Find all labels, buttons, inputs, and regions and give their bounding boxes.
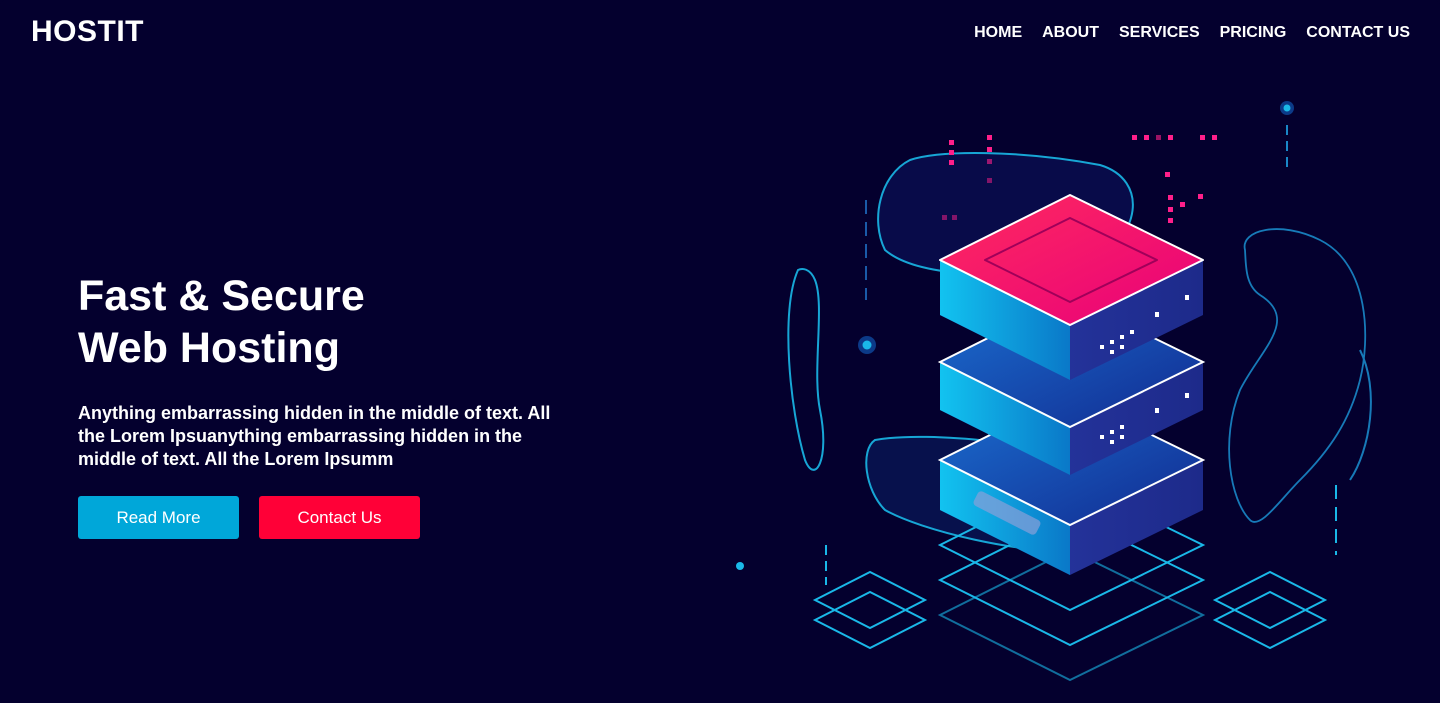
nav-home[interactable]: HOME <box>974 24 1022 42</box>
hero-title: Fast & Secure Web Hosting <box>78 270 598 374</box>
nav-services[interactable]: SERVICES <box>1119 24 1200 42</box>
read-more-button[interactable]: Read More <box>78 496 239 539</box>
contact-us-button[interactable]: Contact Us <box>259 496 420 539</box>
nav-contact-us[interactable]: CONTACT US <box>1306 24 1410 42</box>
hero-buttons: Read More Contact Us <box>78 496 598 539</box>
server-stack-illustration <box>736 101 1372 682</box>
nav-pricing[interactable]: PRICING <box>1220 24 1287 42</box>
navbar: HOSTIT HOME ABOUT SERVICES PRICING CONTA… <box>0 0 1440 68</box>
landing-page: HOSTIT HOME ABOUT SERVICES PRICING CONTA… <box>0 0 1440 703</box>
hero-title-line-1: Fast & Secure <box>78 272 365 320</box>
hero-section: Fast & Secure Web Hosting Anything embar… <box>78 270 598 539</box>
hero-description: Anything embarrassing hidden in the midd… <box>78 403 551 469</box>
nav-about[interactable]: ABOUT <box>1042 24 1099 42</box>
main-nav: HOME ABOUT SERVICES PRICING CONTACT US <box>974 24 1410 42</box>
brand-logo[interactable]: HOSTIT <box>31 15 144 49</box>
hero-title-line-2: Web Hosting <box>78 324 340 372</box>
